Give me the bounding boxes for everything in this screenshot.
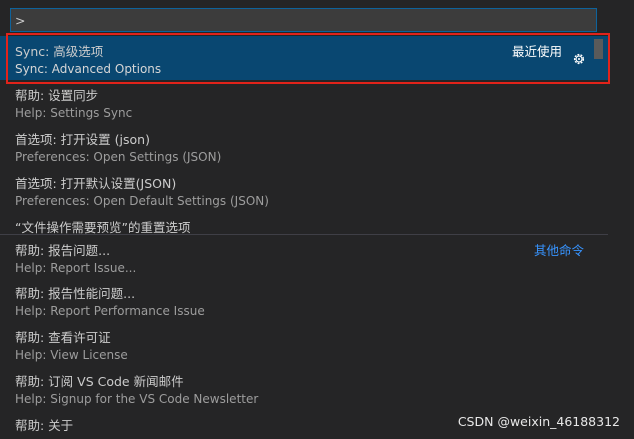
- list-item-open-settings-json[interactable]: 首选项: 打开设置 (json) Preferences: Open Setti…: [0, 124, 608, 168]
- item-detail: Help: Report Issue...: [15, 261, 137, 275]
- item-label: 帮助: 查看许可证: [15, 330, 111, 345]
- list-item-report-issue[interactable]: 帮助: 报告问题... Help: Report Issue... 其他命令: [0, 234, 608, 278]
- item-label: 首选项: 打开默认设置(JSON): [15, 176, 177, 191]
- item-detail: Help: Settings Sync: [15, 106, 133, 120]
- item-label: 帮助: 关于: [15, 418, 74, 433]
- item-label: 帮助: 报告性能问题...: [15, 286, 136, 301]
- item-detail: Preferences: Open Settings (JSON): [15, 150, 222, 164]
- list-item-newsletter[interactable]: 帮助: 订阅 VS Code 新闻邮件 Help: Signup for the…: [0, 366, 608, 410]
- item-detail: Help: Signup for the VS Code Newsletter: [15, 392, 259, 406]
- list-item-open-default-settings-json[interactable]: 首选项: 打开默认设置(JSON) Preferences: Open Defa…: [0, 168, 608, 212]
- item-detail: Help: Report Performance Issue: [15, 304, 205, 318]
- recently-used-badge: 最近使用: [511, 44, 562, 59]
- item-detail: Preferences: Open Default Settings (JSON…: [15, 194, 269, 208]
- command-input[interactable]: [11, 9, 596, 31]
- item-label: Sync: 高级选项: [15, 44, 104, 59]
- list-item-sync-advanced-options[interactable]: Sync: 高级选项 Sync: Advanced Options 最近使用: [0, 36, 608, 80]
- scrollbar-thumb[interactable]: [594, 39, 603, 59]
- other-commands-label: 其他命令: [533, 243, 584, 258]
- command-list: Sync: 高级选项 Sync: Advanced Options 最近使用 帮…: [0, 36, 608, 433]
- command-palette: Sync: 高级选项 Sync: Advanced Options 最近使用 帮…: [0, 0, 634, 439]
- list-item-help-settings-sync[interactable]: 帮助: 设置同步 Help: Settings Sync: [0, 80, 608, 124]
- watermark: CSDN @weixin_46188312: [457, 414, 620, 429]
- item-detail: Help: View License: [15, 348, 128, 362]
- list-scrollbar[interactable]: [594, 36, 603, 439]
- item-detail: Sync: Advanced Options: [15, 62, 162, 76]
- gear-icon[interactable]: [572, 52, 586, 66]
- item-label: 帮助: 订阅 VS Code 新闻邮件: [15, 374, 184, 389]
- command-input-box[interactable]: [10, 8, 597, 32]
- list-item-reset-preview-options[interactable]: “文件操作需要预览”的重置选项: [0, 212, 608, 235]
- list-item-report-performance-issue[interactable]: 帮助: 报告性能问题... Help: Report Performance I…: [0, 278, 608, 322]
- item-label: 首选项: 打开设置 (json): [15, 132, 150, 147]
- item-label: 帮助: 报告问题...: [15, 243, 111, 258]
- list-item-view-license[interactable]: 帮助: 查看许可证 Help: View License: [0, 322, 608, 366]
- item-label: 帮助: 设置同步: [15, 88, 99, 103]
